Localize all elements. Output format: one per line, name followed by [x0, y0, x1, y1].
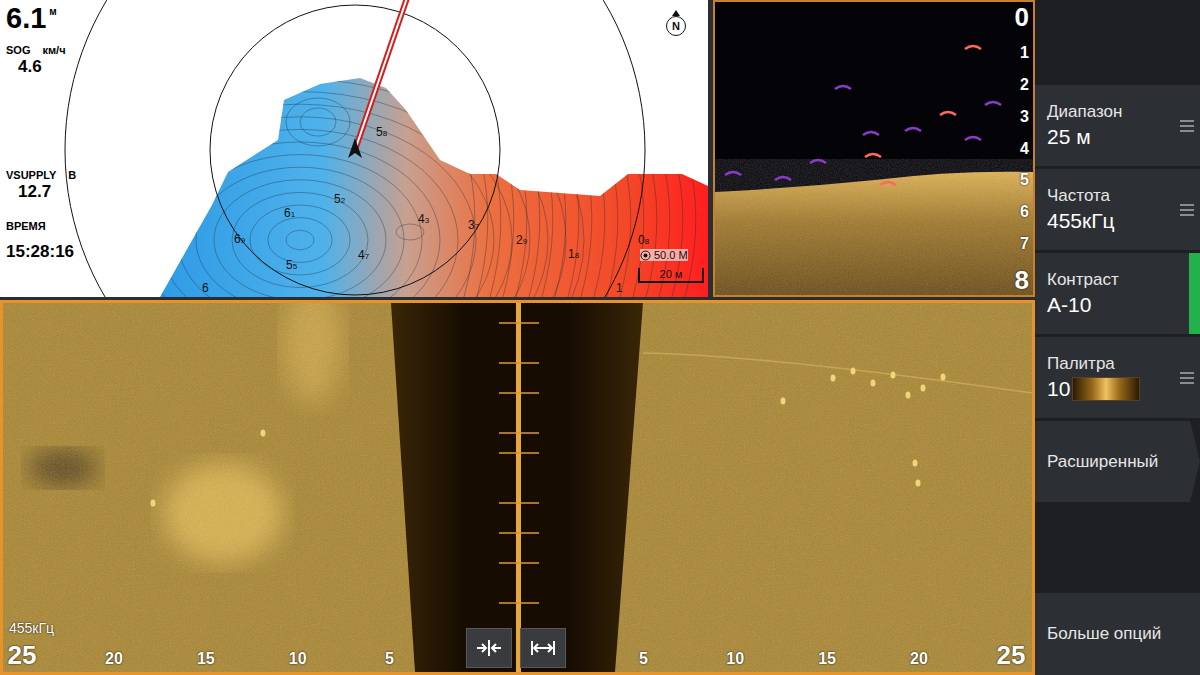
depth-scale: 012345678	[1015, 4, 1029, 293]
sidebar-menu: Диапазон25 мЧастота455кГцКонтрастA-10Пал…	[1035, 0, 1200, 675]
depth-sounding: 69	[234, 233, 245, 247]
menu-item[interactable]: Расширенный	[1035, 421, 1200, 502]
grip-icon	[1180, 204, 1194, 216]
compass: N	[664, 10, 688, 36]
depth-sounding: 29	[516, 234, 527, 248]
depth-readout: 6.1м	[6, 2, 76, 34]
zoom-out-button[interactable]	[520, 628, 566, 668]
readout: VSUPPLYВ12.7	[6, 169, 76, 202]
depth-contour-chart	[0, 0, 708, 297]
depth-sounding: 58	[376, 126, 387, 140]
depth-sounding: 6	[202, 282, 209, 294]
more-options-button[interactable]: Больше опций	[1035, 593, 1200, 675]
selected-indicator	[1189, 253, 1200, 334]
sonar-panel[interactable]: 012345678	[713, 0, 1035, 297]
grip-icon	[1180, 372, 1194, 384]
menu-item[interactable]: Частота455кГц	[1035, 169, 1200, 250]
top-row: 5852614337694755291808616.1мSOGкм/ч4.6VS…	[0, 0, 1035, 297]
depth-sounding: 08	[638, 234, 649, 248]
range-ring-label: 50.0 М	[640, 249, 688, 261]
depth-sounding: 43	[418, 213, 429, 227]
zoom-in-button[interactable]	[466, 628, 512, 668]
chart-map[interactable]: 5852614337694755291808616.1мSOGкм/ч4.6VS…	[0, 0, 708, 297]
menu-item[interactable]: Палитра10	[1035, 337, 1200, 418]
data-overlay: 6.1м SOGкм/ч4.6 VSUPPLYВ12.7 ВРЕМЯ15:28:16	[6, 2, 76, 263]
depth-sounding: 47	[358, 249, 369, 263]
depth-sounding: 37	[468, 219, 479, 233]
widen-range-icon	[529, 638, 557, 658]
readout: SOGкм/ч4.6	[6, 44, 76, 77]
range-scale: 252015105510152025	[3, 626, 1032, 672]
depth-sounding: 61	[284, 207, 295, 221]
frequency-label: 455кГц	[9, 620, 54, 636]
vessel-icon	[348, 138, 362, 158]
readout: ВРЕМЯ15:28:16	[6, 220, 76, 263]
sonar-echo-chart	[715, 2, 1033, 295]
depth-sounding: 55	[286, 259, 297, 273]
main-area: 5852614337694755291808616.1мSOGкм/ч4.6VS…	[0, 0, 1035, 675]
depth-sounding: 1	[616, 282, 623, 294]
depth-sounding: 18	[568, 248, 579, 262]
scale-bar: 20 м	[638, 268, 704, 283]
menu-item[interactable]: Диапазон25 м	[1035, 85, 1200, 166]
side-scan-image	[3, 303, 1032, 672]
palette-swatch	[1072, 377, 1140, 401]
narrow-range-icon	[475, 638, 503, 658]
menu-item[interactable]: КонтрастA-10	[1035, 253, 1200, 334]
grip-icon	[1180, 120, 1194, 132]
side-scan-panel[interactable]: 455кГц252015105510152025	[0, 300, 1035, 675]
depth-sounding: 52	[334, 193, 345, 207]
fishfinder-screen: 5852614337694755291808616.1мSOGкм/ч4.6VS…	[0, 0, 1200, 675]
target-icon	[640, 250, 651, 261]
